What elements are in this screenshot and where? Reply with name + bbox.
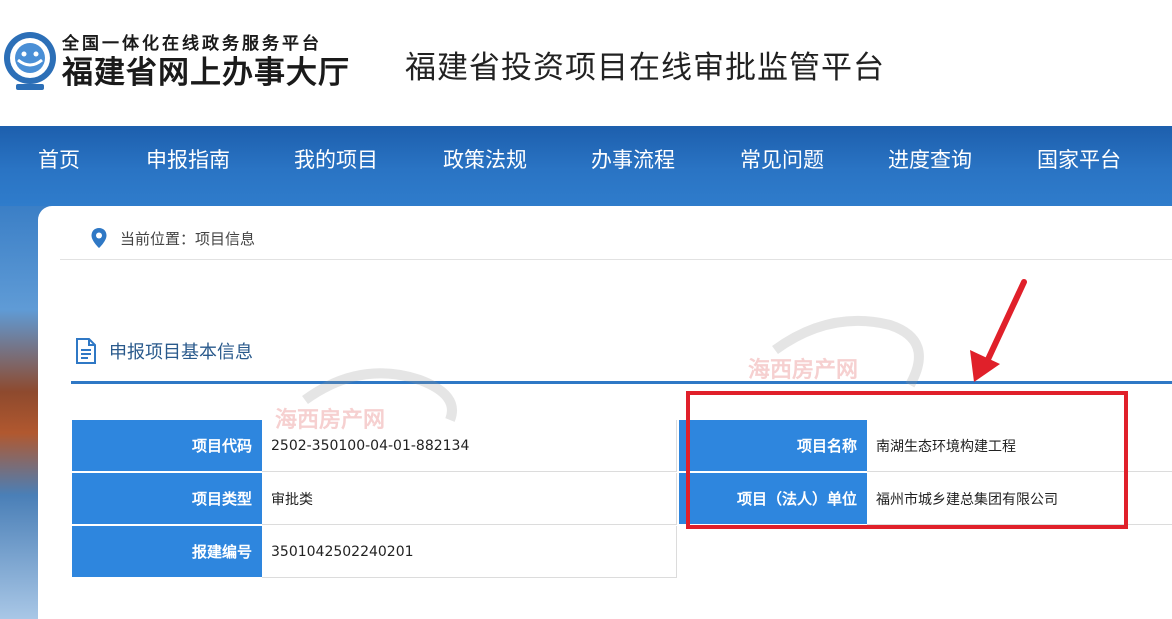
red-highlight-box	[686, 391, 1128, 529]
nav-item-national[interactable]: 国家平台	[1037, 144, 1121, 174]
main-nav: 首页 申报指南 我的项目 政策法规 办事流程 常见问题 进度查询 国家平台	[0, 126, 1172, 206]
project-type-label: 项目类型	[72, 473, 262, 525]
red-arrow-icon	[970, 279, 1027, 382]
document-icon	[76, 338, 96, 364]
table-row: 项目类型 审批类	[72, 473, 677, 525]
watermark-text: 海西房产网	[275, 408, 386, 433]
section-title: 申报项目基本信息	[109, 342, 253, 363]
project-code-label: 项目代码	[72, 420, 262, 472]
government-service-logo-icon[interactable]	[2, 30, 58, 92]
nav-item-progress[interactable]: 进度查询	[888, 144, 972, 174]
brand-title-block[interactable]: 全国一体化在线政务服务平台 福建省网上办事大厅	[62, 34, 350, 92]
site-header: 全国一体化在线政务服务平台 福建省网上办事大厅 福建省投资项目在线审批监管平台	[0, 0, 1172, 126]
section-header: 申报项目基本信息	[75, 338, 253, 364]
nav-item-my-projects[interactable]: 我的项目	[294, 144, 378, 174]
breadcrumb-divider	[60, 259, 1172, 260]
project-type-value: 审批类	[262, 473, 677, 525]
brand-top-title: 全国一体化在线政务服务平台	[62, 34, 322, 54]
platform-title: 福建省投资项目在线审批监管平台	[405, 50, 885, 86]
nav-item-faq[interactable]: 常见问题	[740, 144, 824, 174]
breadcrumb-text: 当前位置：项目信息	[120, 229, 256, 248]
construction-number-value: 3501042502240201	[262, 526, 677, 578]
breadcrumb: 当前位置：项目信息	[90, 226, 255, 250]
nav-item-policies[interactable]: 政策法规	[443, 144, 527, 174]
table-row: 报建编号 3501042502240201	[72, 526, 677, 578]
nav-item-process[interactable]: 办事流程	[591, 144, 675, 174]
location-pin-icon	[91, 228, 107, 248]
nav-item-home[interactable]: 首页	[38, 144, 80, 174]
watermark-text: 海西房产网	[748, 358, 859, 383]
brand-main-title: 福建省网上办事大厅	[62, 55, 350, 91]
nav-item-guide[interactable]: 申报指南	[146, 144, 230, 174]
construction-number-label: 报建编号	[72, 526, 262, 578]
